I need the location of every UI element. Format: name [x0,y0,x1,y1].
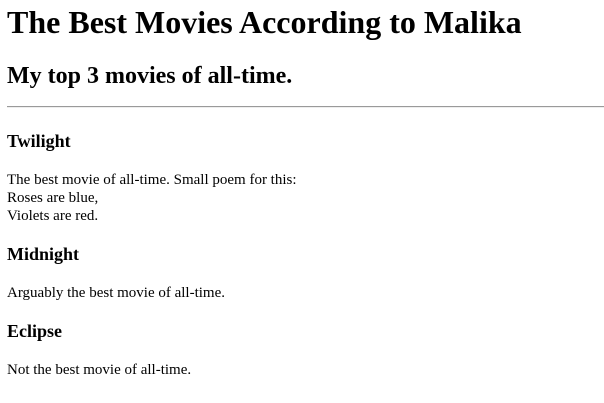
description-line: Roses are blue, [7,190,99,206]
description-line: The best movie of all-time. Small poem f… [7,172,297,188]
page-subtitle: My top 3 movies of all-time. [7,63,293,89]
movie-description: Not the best movie of all-time. [7,361,191,379]
movie-description: Arguably the best movie of all-time. [7,284,225,302]
description-line: Not the best movie of all-time. [7,362,192,378]
description-line: Arguably the best movie of all-time. [7,285,226,301]
movie-title: Eclipse [7,321,63,341]
page: The Best Movies According to Malika My t… [0,0,604,403]
horizontal-rule [7,106,604,108]
movie-title: Twilight [7,131,71,151]
movie-description: The best movie of all-time. Small poem f… [7,171,297,225]
page-title: The Best Movies According to Malika [7,4,522,40]
movie-title: Midnight [7,244,80,264]
description-line: Violets are red. [7,208,99,224]
